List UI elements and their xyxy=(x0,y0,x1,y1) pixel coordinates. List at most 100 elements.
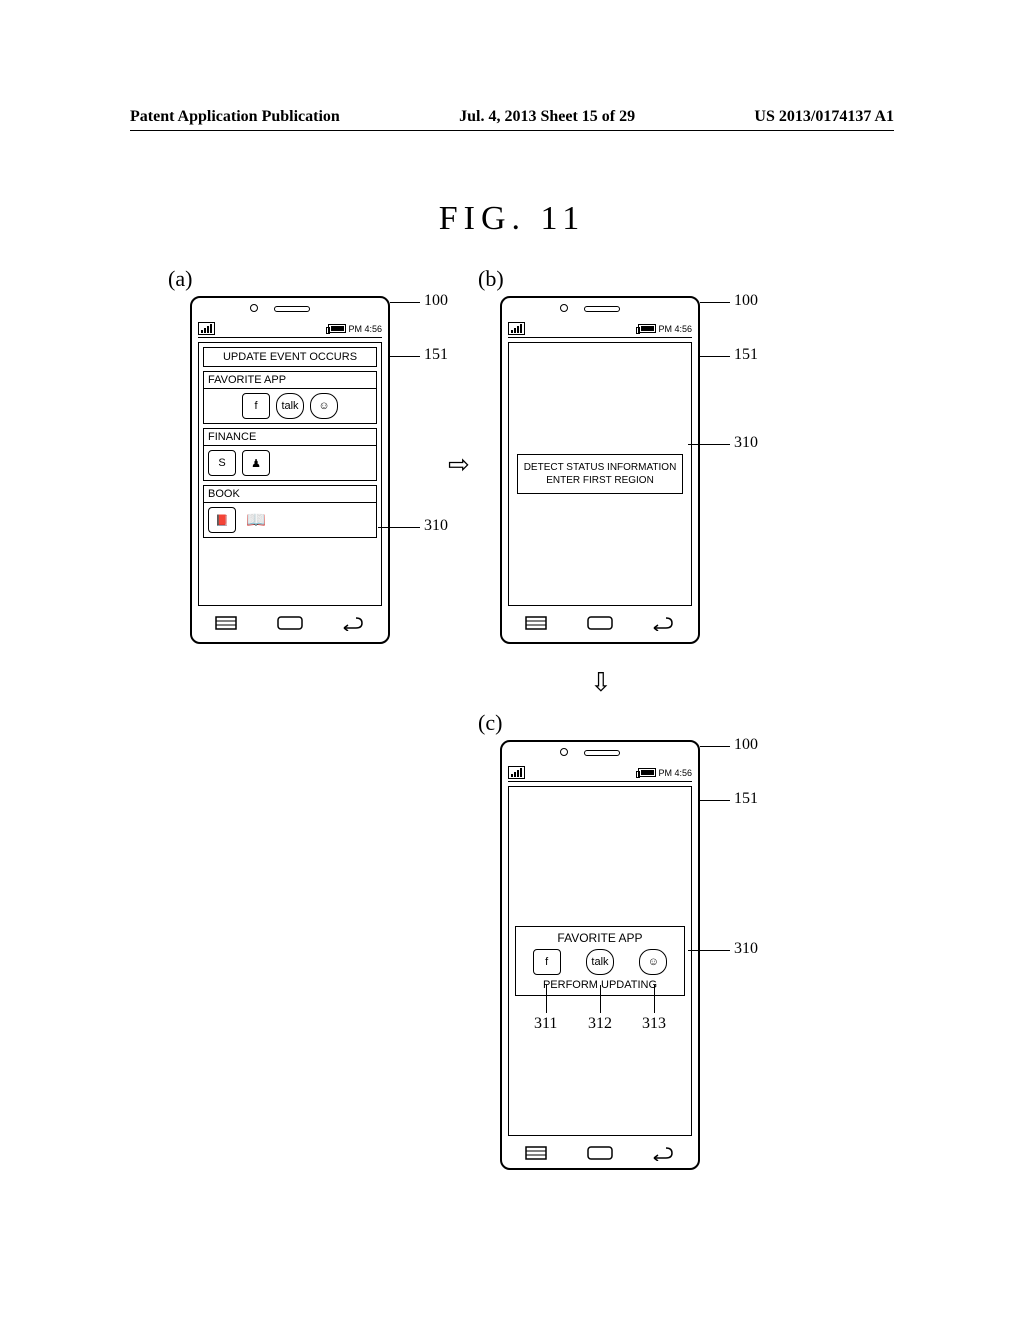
section-favorite-title: FAVORITE APP xyxy=(204,372,376,389)
camera-icon xyxy=(560,748,568,756)
ref-b-100: 100 xyxy=(734,292,758,310)
phone-c: PM 4:56 FAVORITE APP f talk ☺ PERFORM UP… xyxy=(500,740,700,1170)
back-icon[interactable] xyxy=(336,615,366,631)
sublabel-c: (c) xyxy=(478,710,502,736)
msg-line2: ENTER FIRST REGION xyxy=(524,474,677,487)
app-icon-chess[interactable]: ♟ xyxy=(242,450,270,476)
ref-311: 311 xyxy=(534,1015,557,1033)
header-right: US 2013/0174137 A1 xyxy=(754,108,894,126)
phone-a-container: PM 4:56 UPDATE EVENT OCCURS FAVORITE APP… xyxy=(190,296,390,644)
speaker-icon xyxy=(584,750,620,756)
section-finance-title: FINANCE xyxy=(204,429,376,446)
status-time: PM 4:56 xyxy=(658,324,692,334)
ref-a-310: 310 xyxy=(424,517,448,535)
menu-icon[interactable] xyxy=(524,615,554,631)
card-row: f talk ☺ xyxy=(520,949,680,975)
battery-icon xyxy=(328,324,346,333)
home-icon[interactable] xyxy=(585,1145,615,1161)
camera-icon xyxy=(560,304,568,312)
ref-c-100: 100 xyxy=(734,736,758,754)
app-icon-book2[interactable]: 📖 xyxy=(242,507,270,533)
app-icon-s[interactable]: S xyxy=(208,450,236,476)
app-icon-f[interactable]: f xyxy=(533,949,561,975)
header-left: Patent Application Publication xyxy=(130,108,340,126)
leader-c-151 xyxy=(700,800,730,801)
nav-bar-c xyxy=(508,1140,692,1166)
battery-group: PM 4:56 xyxy=(638,768,692,778)
sublabel-a: (a) xyxy=(168,266,192,292)
phone-top-b xyxy=(502,298,698,318)
ref-c-310: 310 xyxy=(734,940,758,958)
phone-top xyxy=(192,298,388,318)
screen-a: UPDATE EVENT OCCURS FAVORITE APP f talk … xyxy=(198,342,382,606)
section-book-title: BOOK xyxy=(204,486,376,503)
message-box: DETECT STATUS INFORMATION ENTER FIRST RE… xyxy=(517,454,684,494)
page-header: Patent Application Publication Jul. 4, 2… xyxy=(130,108,894,131)
header-center: Jul. 4, 2013 Sheet 15 of 29 xyxy=(459,108,635,126)
ref-312: 312 xyxy=(588,1015,612,1033)
back-icon[interactable] xyxy=(646,1145,676,1161)
ref-b-151: 151 xyxy=(734,346,758,364)
figure-title: FIG. 11 xyxy=(0,200,1024,238)
section-book-body: 📕 📖 xyxy=(204,503,376,537)
leader-b-151 xyxy=(700,356,730,357)
leader-311 xyxy=(546,985,547,1013)
msg-line1: DETECT STATUS INFORMATION xyxy=(524,461,677,474)
leader-a-310 xyxy=(378,527,420,528)
ref-c-151: 151 xyxy=(734,790,758,808)
leader-b-100 xyxy=(700,302,730,303)
signal-icon xyxy=(508,766,525,779)
section-favorite: FAVORITE APP f talk ☺ xyxy=(203,371,377,424)
status-bar: PM 4:56 xyxy=(198,320,382,338)
app-icon-face[interactable]: ☺ xyxy=(310,393,338,419)
leader-c-310 xyxy=(688,950,730,951)
app-icon-f[interactable]: f xyxy=(242,393,270,419)
battery-icon xyxy=(638,324,656,333)
phone-c-container: PM 4:56 FAVORITE APP f talk ☺ PERFORM UP… xyxy=(500,740,700,1170)
home-icon[interactable] xyxy=(275,615,305,631)
section-book: BOOK 📕 📖 xyxy=(203,485,377,538)
app-icon-face[interactable]: ☺ xyxy=(639,949,667,975)
sublabel-b: (b) xyxy=(478,266,504,292)
battery-group: PM 4:56 xyxy=(638,324,692,334)
nav-bar-b xyxy=(508,610,692,636)
ref-313: 313 xyxy=(642,1015,666,1033)
section-finance-body: S ♟ xyxy=(204,446,376,480)
signal-icon xyxy=(198,322,215,335)
menu-icon[interactable] xyxy=(524,1145,554,1161)
leader-313 xyxy=(654,985,655,1013)
screen-b: DETECT STATUS INFORMATION ENTER FIRST RE… xyxy=(508,342,692,606)
speaker-icon xyxy=(584,306,620,312)
app-icon-book1[interactable]: 📕 xyxy=(208,507,236,533)
app-icon-talk[interactable]: talk xyxy=(586,949,614,975)
leader-a-100 xyxy=(390,302,420,303)
speaker-icon xyxy=(274,306,310,312)
leader-312 xyxy=(600,985,601,1013)
section-finance: FINANCE S ♟ xyxy=(203,428,377,481)
home-icon[interactable] xyxy=(585,615,615,631)
ref-b-310: 310 xyxy=(734,434,758,452)
update-banner: UPDATE EVENT OCCURS xyxy=(203,347,377,367)
phone-b: PM 4:56 DETECT STATUS INFORMATION ENTER … xyxy=(500,296,700,644)
arrow-down-icon: ⇩ xyxy=(590,668,612,698)
leader-a-151 xyxy=(390,356,420,357)
status-bar-c: PM 4:56 xyxy=(508,764,692,782)
camera-icon xyxy=(250,304,258,312)
status-time: PM 4:56 xyxy=(348,324,382,334)
card-title: FAVORITE APP xyxy=(520,931,680,945)
ref-a-100: 100 xyxy=(424,292,448,310)
phone-top-c xyxy=(502,742,698,762)
phone-b-container: PM 4:56 DETECT STATUS INFORMATION ENTER … xyxy=(500,296,700,644)
section-favorite-body: f talk ☺ xyxy=(204,389,376,423)
arrow-right-icon: ⇨ xyxy=(448,450,470,480)
back-icon[interactable] xyxy=(646,615,676,631)
menu-icon[interactable] xyxy=(214,615,244,631)
screen-c: FAVORITE APP f talk ☺ PERFORM UPDATING xyxy=(508,786,692,1136)
battery-group: PM 4:56 xyxy=(328,324,382,334)
leader-b-310 xyxy=(688,444,730,445)
signal-icon xyxy=(508,322,525,335)
phone-a: PM 4:56 UPDATE EVENT OCCURS FAVORITE APP… xyxy=(190,296,390,644)
ref-a-151: 151 xyxy=(424,346,448,364)
app-icon-talk[interactable]: talk xyxy=(276,393,304,419)
status-time: PM 4:56 xyxy=(658,768,692,778)
